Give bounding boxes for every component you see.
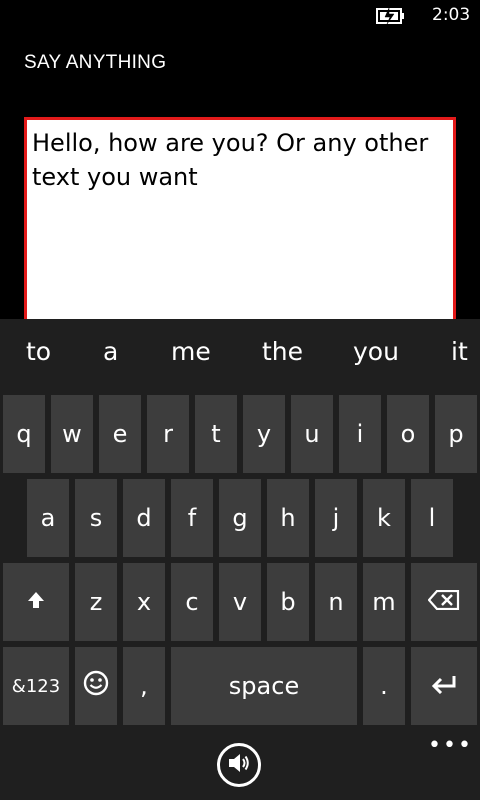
key-e[interactable]: e (99, 395, 141, 473)
suggestion-item[interactable]: it (451, 337, 468, 366)
key-d[interactable]: d (123, 479, 165, 557)
key-q[interactable]: q (3, 395, 45, 473)
suggestion-item[interactable]: me (171, 337, 211, 366)
speak-button[interactable] (217, 743, 261, 787)
key-v[interactable]: v (219, 563, 261, 641)
key-t[interactable]: t (195, 395, 237, 473)
key-b[interactable]: b (267, 563, 309, 641)
suggestion-bar: to a me the you it (0, 319, 480, 393)
enter-key[interactable] (411, 647, 477, 725)
emoji-key[interactable] (75, 647, 117, 725)
key-o[interactable]: o (387, 395, 429, 473)
shift-arrow-icon (26, 588, 46, 616)
clock: 2:03 (432, 5, 471, 25)
key-z[interactable]: z (75, 563, 117, 641)
enter-arrow-icon (430, 672, 458, 700)
key-l[interactable]: l (411, 479, 453, 557)
key-g[interactable]: g (219, 479, 261, 557)
period-key[interactable]: . (363, 647, 405, 725)
speaker-icon (227, 752, 251, 778)
suggestion-item[interactable]: a (103, 337, 118, 366)
key-j[interactable]: j (315, 479, 357, 557)
key-p[interactable]: p (435, 395, 477, 473)
key-m[interactable]: m (363, 563, 405, 641)
space-key[interactable]: space (171, 647, 357, 725)
shift-key[interactable] (3, 563, 69, 641)
key-h[interactable]: h (267, 479, 309, 557)
key-a[interactable]: a (27, 479, 69, 557)
backspace-key[interactable] (411, 563, 477, 641)
key-k[interactable]: k (363, 479, 405, 557)
page-title: SAY ANYTHING (24, 52, 167, 73)
key-w[interactable]: w (51, 395, 93, 473)
symbols-key[interactable]: &123 (3, 647, 69, 725)
key-i[interactable]: i (339, 395, 381, 473)
key-n[interactable]: n (315, 563, 357, 641)
key-r[interactable]: r (147, 395, 189, 473)
key-x[interactable]: x (123, 563, 165, 641)
battery-charging-icon (376, 7, 406, 25)
key-y[interactable]: y (243, 395, 285, 473)
key-f[interactable]: f (171, 479, 213, 557)
more-options-button[interactable]: ••• (428, 733, 473, 758)
backspace-icon (427, 588, 460, 616)
key-c[interactable]: c (171, 563, 213, 641)
on-screen-keyboard: to a me the you it q w e r t y u i o p a… (0, 319, 480, 800)
suggestion-item[interactable]: to (26, 337, 51, 366)
key-s[interactable]: s (75, 479, 117, 557)
key-u[interactable]: u (291, 395, 333, 473)
suggestion-item[interactable]: you (353, 337, 399, 366)
status-bar: 2:03 (0, 0, 480, 32)
smiley-icon (83, 670, 109, 702)
comma-key[interactable]: , (123, 647, 165, 725)
suggestion-item[interactable]: the (262, 337, 303, 366)
